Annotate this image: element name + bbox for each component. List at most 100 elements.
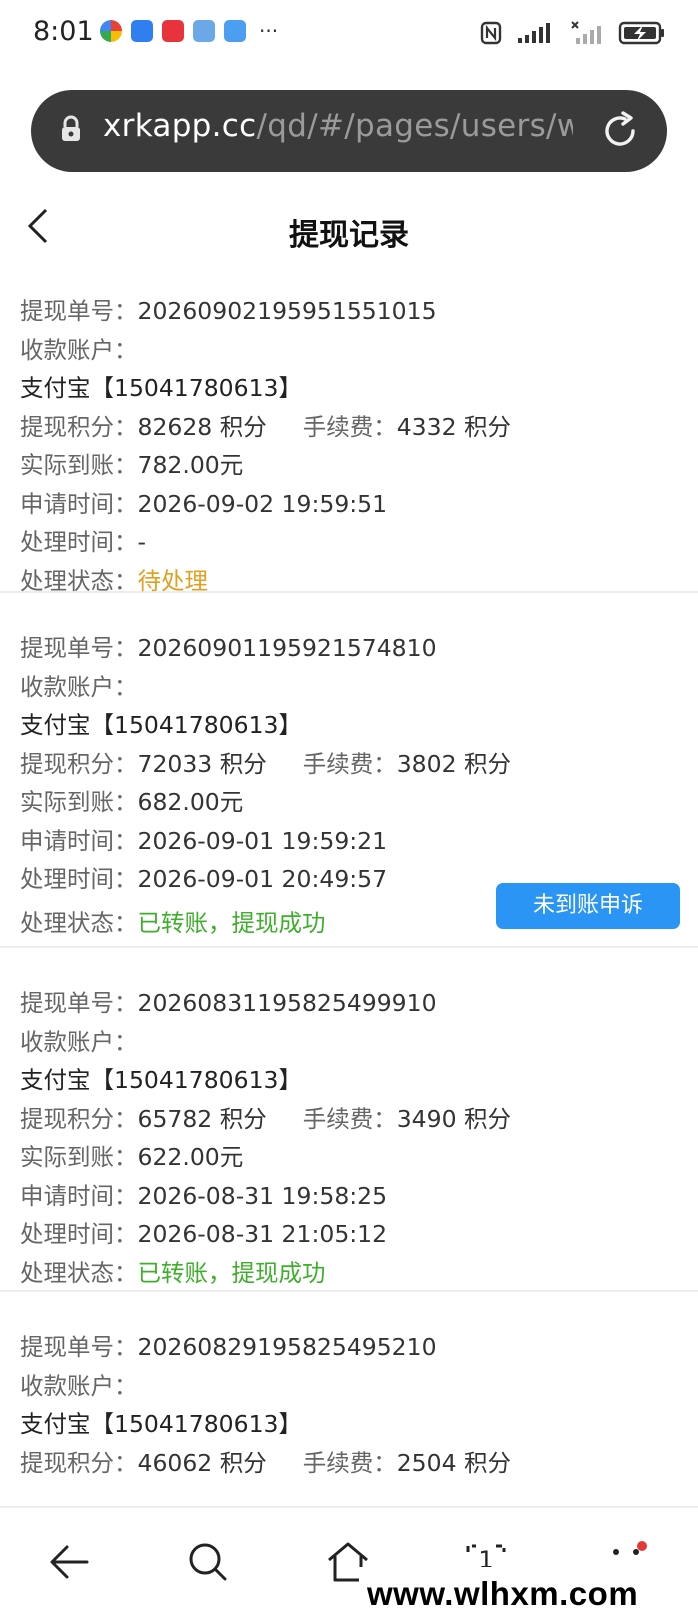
search-icon[interactable] [184, 1538, 232, 1586]
notification-icons: ··· [100, 20, 278, 42]
actual-value: 782.00元 [137, 451, 244, 479]
process-time-row: 处理时间：- [20, 523, 698, 562]
points-value: 65782 积分 [137, 1104, 267, 1133]
process-time-label: 处理时间： [20, 528, 138, 556]
account-row: 收款账户： [20, 331, 698, 370]
fee-label: 手续费： [302, 749, 397, 778]
status-value: 已转账，提现成功 [137, 908, 326, 937]
points-label: 提现积分： [20, 1104, 138, 1133]
actual-label: 实际到账： [20, 788, 138, 816]
fee-label: 手续费： [302, 1448, 397, 1477]
actual-row: 实际到账：682.00元 [20, 783, 698, 822]
apply-time-value: 2026-09-02 19:59:51 [137, 489, 388, 518]
fee-label: 手续费： [302, 412, 397, 441]
fee-value: 2504 积分 [396, 1448, 512, 1477]
account-label: 收款账户： [20, 335, 138, 364]
appeal-button[interactable]: 未到账申诉 [496, 883, 680, 929]
address-bar[interactable]: xrkapp.cc/qd/#/pages/users/wi [31, 90, 667, 172]
apply-time-row: 申请时间：2026-08-31 19:58:25 [20, 1177, 698, 1216]
actual-value: 622.00元 [137, 1143, 244, 1171]
order-no-label: 提现单号： [20, 297, 138, 325]
url-path: /qd/#/pages/users/wi [256, 108, 574, 144]
order-no-label: 提现单号： [20, 1333, 138, 1361]
account-value: 支付宝【15041780613】 [20, 374, 302, 402]
page-title: 提现记录 [289, 218, 409, 253]
points-row: 提现积分：46062 积分 手续费：2504 积分 [20, 1444, 698, 1483]
points-value: 46062 积分 [137, 1448, 267, 1477]
account-value: 支付宝【15041780613】 [20, 711, 302, 739]
order-no-row: 提现单号：20260829195825495210 [20, 1328, 698, 1367]
status-value: 已转账，提现成功 [137, 1258, 326, 1287]
apply-time-value: 2026-09-01 19:59:21 [137, 826, 388, 855]
account-label: 收款账户： [20, 672, 138, 701]
apply-time-value: 2026-08-31 19:58:25 [137, 1181, 388, 1210]
status-label: 处理状态： [20, 1258, 138, 1287]
status-value: 待处理 [137, 566, 209, 595]
points-label: 提现积分： [20, 1448, 138, 1477]
withdrawal-record-card: 提现单号：20260901195921574810 收款账户： 支付宝【1504… [0, 593, 698, 948]
points-label: 提现积分： [20, 412, 138, 441]
withdrawal-record-card: 提现单号：20260829195825495210 收款账户： 支付宝【1504… [0, 1292, 698, 1512]
withdrawal-record-card: 提现单号：20260902195951551015 收款账户： 支付宝【1504… [0, 284, 698, 595]
account-value: 支付宝【15041780613】 [20, 1410, 302, 1438]
process-time-label: 处理时间： [20, 865, 138, 893]
status-label: 处理状态： [20, 566, 138, 595]
apply-time-label: 申请时间： [20, 826, 138, 855]
account-label: 收款账户： [20, 1371, 138, 1400]
order-no-row: 提现单号：20260902195951551015 [20, 292, 698, 331]
shop-app-icon [162, 20, 184, 42]
points-value: 72033 积分 [137, 749, 267, 778]
status-indicators [480, 20, 666, 46]
browser-app-icon [224, 20, 246, 42]
order-no-row: 提现单号：20260901195921574810 [20, 629, 698, 668]
battery-charging-icon [618, 21, 664, 45]
points-row: 提现积分：82628 积分 手续费：4332 积分 [20, 408, 698, 447]
order-no-value: 20260902195951551015 [137, 297, 437, 325]
back-arrow-icon[interactable] [45, 1538, 93, 1586]
url-host: xrkapp.cc [103, 108, 257, 144]
actual-value: 682.00元 [137, 788, 244, 816]
order-no-label: 提现单号： [20, 989, 138, 1017]
process-time-value: 2026-09-01 20:49:57 [137, 865, 388, 893]
fee-label: 手续费： [302, 1104, 397, 1133]
mobile-app-icon [193, 20, 215, 42]
account-label: 收款账户： [20, 1027, 138, 1056]
points-row: 提现积分：72033 积分 手续费：3802 积分 [20, 745, 698, 784]
status-time: 8:01 [33, 16, 94, 47]
status-bar: 8:01 ··· [0, 0, 698, 68]
more-notifications-icon: ··· [259, 19, 279, 43]
app-notification-icon [100, 20, 122, 42]
fee-value: 3802 积分 [396, 749, 512, 778]
actual-row: 实际到账：622.00元 [20, 1138, 698, 1177]
process-time-value: 2026-08-31 21:05:12 [137, 1220, 388, 1248]
status-row: 处理状态：已转账，提现成功 [20, 1254, 698, 1293]
order-no-value: 20260831195825499910 [137, 989, 437, 1017]
process-time-value: - [137, 528, 146, 556]
signal-no-service-icon [571, 21, 601, 44]
watermark-text: www.wlhxm.com [359, 1567, 698, 1621]
account-row: 收款账户： [20, 1367, 698, 1406]
apply-time-row: 申请时间：2026-09-02 19:59:51 [20, 485, 698, 524]
points-row: 提现积分：65782 积分 手续费：3490 积分 [20, 1100, 698, 1139]
nfc-icon [480, 21, 502, 45]
withdrawal-record-list: 提现单号：20260902195951551015 收款账户： 支付宝【1504… [0, 284, 698, 1512]
status-label: 处理状态： [20, 908, 138, 937]
order-no-row: 提现单号：20260831195825499910 [20, 984, 698, 1023]
lock-icon [62, 115, 80, 141]
url-text[interactable]: xrkapp.cc/qd/#/pages/users/wi [103, 108, 573, 144]
reload-icon[interactable] [599, 110, 641, 152]
apply-time-label: 申请时间： [20, 1181, 138, 1210]
fee-value: 4332 积分 [396, 412, 512, 441]
points-value: 82628 积分 [137, 412, 267, 441]
account-row: 收款账户： [20, 668, 698, 707]
message-app-icon [131, 20, 153, 42]
order-no-label: 提现单号： [20, 634, 138, 662]
account-row: 收款账户： [20, 1023, 698, 1062]
order-no-value: 20260829195825495210 [137, 1333, 437, 1361]
signal-icon [518, 23, 550, 43]
actual-label: 实际到账： [20, 1143, 138, 1171]
order-no-value: 20260901195921574810 [137, 634, 437, 662]
withdrawal-record-card: 提现单号：20260831195825499910 收款账户： 支付宝【1504… [0, 948, 698, 1292]
actual-row: 实际到账：782.00元 [20, 446, 698, 485]
points-label: 提现积分： [20, 749, 138, 778]
